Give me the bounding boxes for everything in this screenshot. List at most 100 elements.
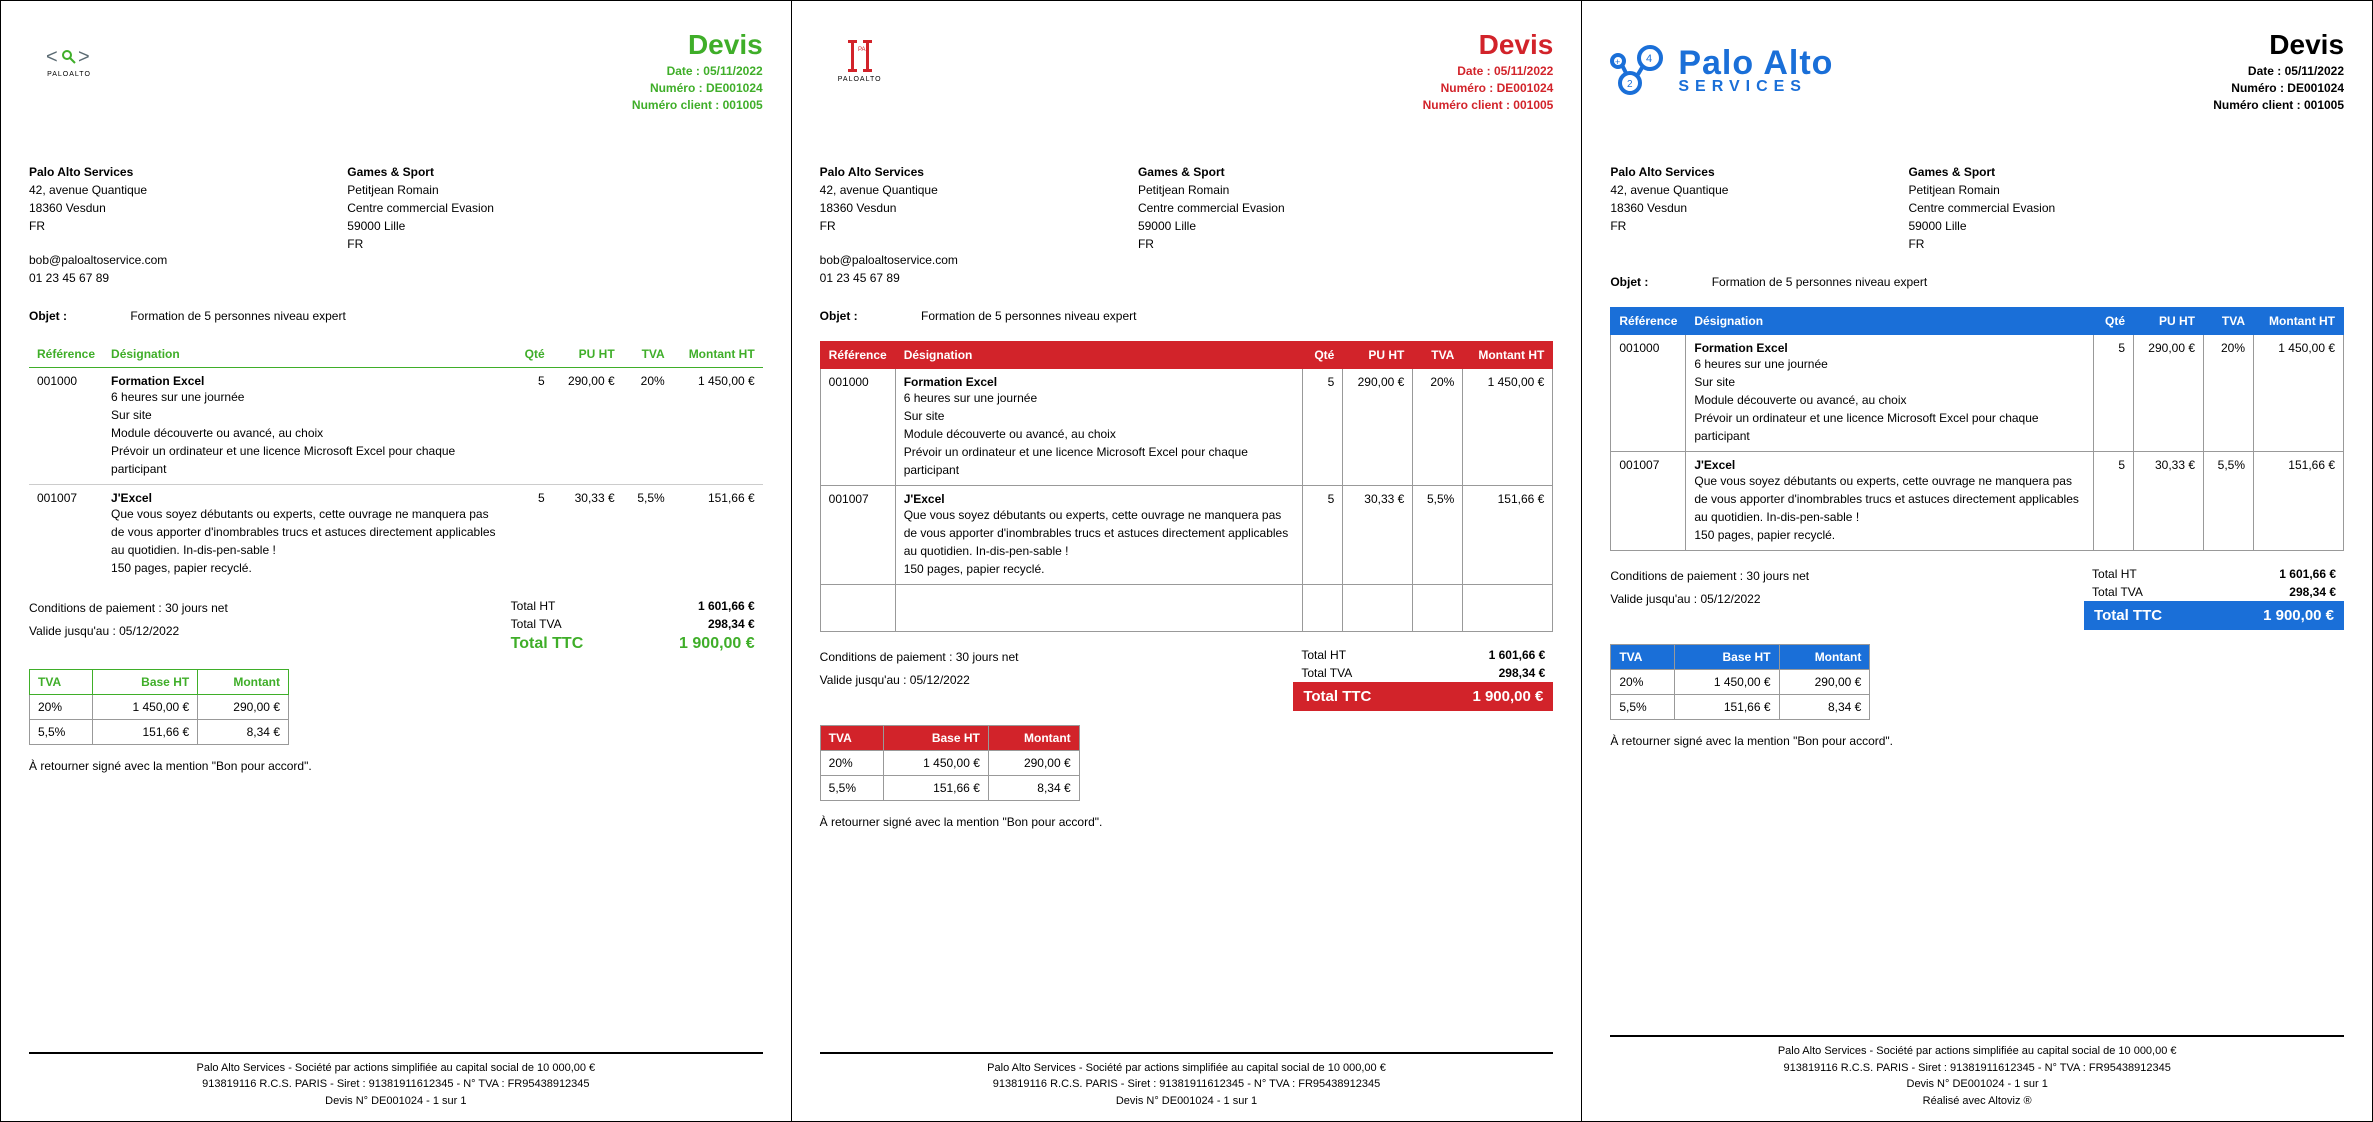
vat-row: 5,5%151,66 €8,34 €	[820, 776, 1079, 801]
cell-pu: 290,00 €	[553, 368, 623, 485]
quote-page-green: < > PALOALTO Devis Date : 05/11/2022 Num…	[0, 0, 792, 1122]
footer-line1: Palo Alto Services - Société par actions…	[29, 1060, 763, 1077]
col-pu: PU HT	[1343, 342, 1413, 369]
logo-caption: PALOALTO	[47, 71, 91, 78]
date-label: Date :	[2248, 64, 2281, 78]
items-table: Référence Désignation Qté PU HT TVA Mont…	[29, 341, 763, 583]
total-tva-label: Total TVA	[1301, 666, 1352, 680]
vat-col-amount: Montant	[1779, 645, 1870, 670]
vendor-logo-blue: 2 4 + Palo Alto SERVICES	[1610, 31, 1833, 113]
footer-line3: Devis N° DE001024 - 1 sur 1	[29, 1093, 763, 1110]
number-label: Numéro :	[2231, 81, 2284, 95]
cell-tva: 5,5%	[1413, 486, 1463, 585]
client-addr1: Centre commercial Evasion	[1908, 199, 2055, 217]
cell-desc: Formation Excel6 heures sur une journéeS…	[895, 369, 1303, 486]
number-label: Numéro :	[1441, 81, 1494, 95]
svg-text:2: 2	[1627, 79, 1633, 90]
cell-desc: J'ExcelQue vous soyez débutants ou exper…	[103, 485, 513, 584]
number-value: DE001024	[2287, 81, 2344, 95]
item-row: 001000Formation Excel6 heures sur une jo…	[29, 368, 763, 485]
vat-amount: 290,00 €	[198, 695, 289, 720]
cell-amount: 1 450,00 €	[1463, 369, 1553, 486]
vat-col-base: Base HT	[883, 726, 988, 751]
item-row: 001000Formation Excel6 heures sur une jo…	[1611, 335, 2344, 452]
vendor-addr1: 42, avenue Quantique	[1610, 181, 1728, 199]
client-number-value: 001005	[2304, 98, 2344, 112]
cell-pu: 290,00 €	[2134, 335, 2204, 452]
vendor-name: Palo Alto Services	[29, 165, 133, 179]
client-country: FR	[347, 235, 494, 253]
cell-tva: 20%	[2204, 335, 2254, 452]
subject-label: Objet :	[820, 309, 858, 323]
client-name: Games & Sport	[347, 165, 434, 179]
signature-note: À retourner signé avec la mention "Bon p…	[29, 759, 763, 773]
cell-desc: Formation Excel6 heures sur une journéeS…	[1686, 335, 2094, 452]
total-ht-label: Total HT	[511, 599, 556, 613]
vat-rate: 5,5%	[30, 720, 93, 745]
footer-line3: Devis N° DE001024 - 1 sur 1	[820, 1093, 1554, 1110]
svg-text:+: +	[1615, 57, 1620, 67]
svg-text:4: 4	[1646, 53, 1652, 65]
vat-row: 20%1 450,00 €290,00 €	[1611, 670, 1870, 695]
client-number-value: 001005	[1513, 98, 1553, 112]
cell-amount: 151,66 €	[673, 485, 763, 584]
number-value: DE001024	[1497, 81, 1554, 95]
vendor-email: bob@paloaltoservice.com	[820, 251, 958, 269]
cell-desc: J'ExcelQue vous soyez débutants ou exper…	[1686, 452, 2094, 551]
vendor-logo-green: < > PALOALTO	[29, 31, 109, 91]
document-title: Devis	[1423, 31, 1554, 59]
vat-amount: 290,00 €	[988, 751, 1079, 776]
total-ttc: 1 900,00 €	[1472, 688, 1543, 705]
footer-line2: 913819116 R.C.S. PARIS - Siret : 9138191…	[1610, 1060, 2344, 1077]
client-country: FR	[1908, 235, 2055, 253]
client-block: Games & Sport Petitjean Romain Centre co…	[1908, 163, 2055, 253]
cell-ref: 001000	[820, 369, 895, 486]
subject-label: Objet :	[29, 309, 67, 323]
quote-page-blue: 2 4 + Palo Alto SERVICES Devis Date : 05…	[1581, 0, 2373, 1122]
validity: Valide jusqu'au : 05/12/2022	[820, 669, 1254, 692]
col-tva: TVA	[623, 341, 673, 368]
client-number-label: Numéro client :	[1423, 98, 1510, 112]
conditions-block: Conditions de paiement : 30 jours net Va…	[820, 646, 1254, 711]
cell-tva: 20%	[1413, 369, 1463, 486]
client-addr1: Centre commercial Evasion	[347, 199, 494, 217]
vat-rate: 5,5%	[820, 776, 883, 801]
vat-row: 5,5%151,66 €8,34 €	[30, 720, 289, 745]
cell-qty: 5	[1303, 369, 1343, 486]
vat-summary: TVA Base HT Montant 20%1 450,00 €290,00 …	[1610, 644, 1870, 720]
vat-col-rate: TVA	[820, 726, 883, 751]
total-ttc-label: Total TTC	[511, 635, 584, 653]
date-value: 05/11/2022	[2285, 64, 2344, 78]
col-tva: TVA	[1413, 342, 1463, 369]
signature-note: À retourner signé avec la mention "Bon p…	[1610, 734, 2344, 748]
client-name: Games & Sport	[1908, 165, 1995, 179]
subject-line: Objet : Formation de 5 personnes niveau …	[29, 309, 763, 323]
cell-ref: 001000	[29, 368, 103, 485]
cell-desc: Formation Excel6 heures sur une journéeS…	[103, 368, 513, 485]
vendor-addr2: 18360 Vesdun	[29, 199, 167, 217]
payment-conditions: Conditions de paiement : 30 jours net	[1610, 565, 2044, 588]
footer-line1: Palo Alto Services - Société par actions…	[820, 1060, 1554, 1077]
cell-qty: 5	[513, 368, 553, 485]
date-value: 05/11/2022	[1494, 64, 1553, 78]
total-tva: 298,34 €	[708, 617, 755, 631]
date-label: Date :	[667, 64, 700, 78]
vendor-country: FR	[1610, 217, 1728, 235]
total-tva-label: Total TVA	[2092, 585, 2143, 599]
cell-pu: 290,00 €	[1343, 369, 1413, 486]
vendor-block: Palo Alto Services 42, avenue Quantique …	[1610, 163, 1728, 253]
client-contact: Petitjean Romain	[1908, 181, 2055, 199]
total-ttc-label: Total TTC	[1303, 688, 1371, 705]
svg-text:PA: PA	[858, 47, 866, 53]
vendor-country: FR	[29, 217, 167, 235]
vendor-phone: 01 23 45 67 89	[29, 269, 167, 287]
conditions-block: Conditions de paiement : 30 jours net Va…	[1610, 565, 2044, 630]
client-block: Games & Sport Petitjean Romain Centre co…	[1138, 163, 1285, 287]
client-addr2: 59000 Lille	[347, 217, 494, 235]
vat-amount: 8,34 €	[988, 776, 1079, 801]
col-tva: TVA	[2204, 308, 2254, 335]
total-ttc: 1 900,00 €	[679, 635, 755, 653]
footer-line2: 913819116 R.C.S. PARIS - Siret : 9138191…	[820, 1076, 1554, 1093]
client-country: FR	[1138, 235, 1285, 253]
col-pu: PU HT	[553, 341, 623, 368]
